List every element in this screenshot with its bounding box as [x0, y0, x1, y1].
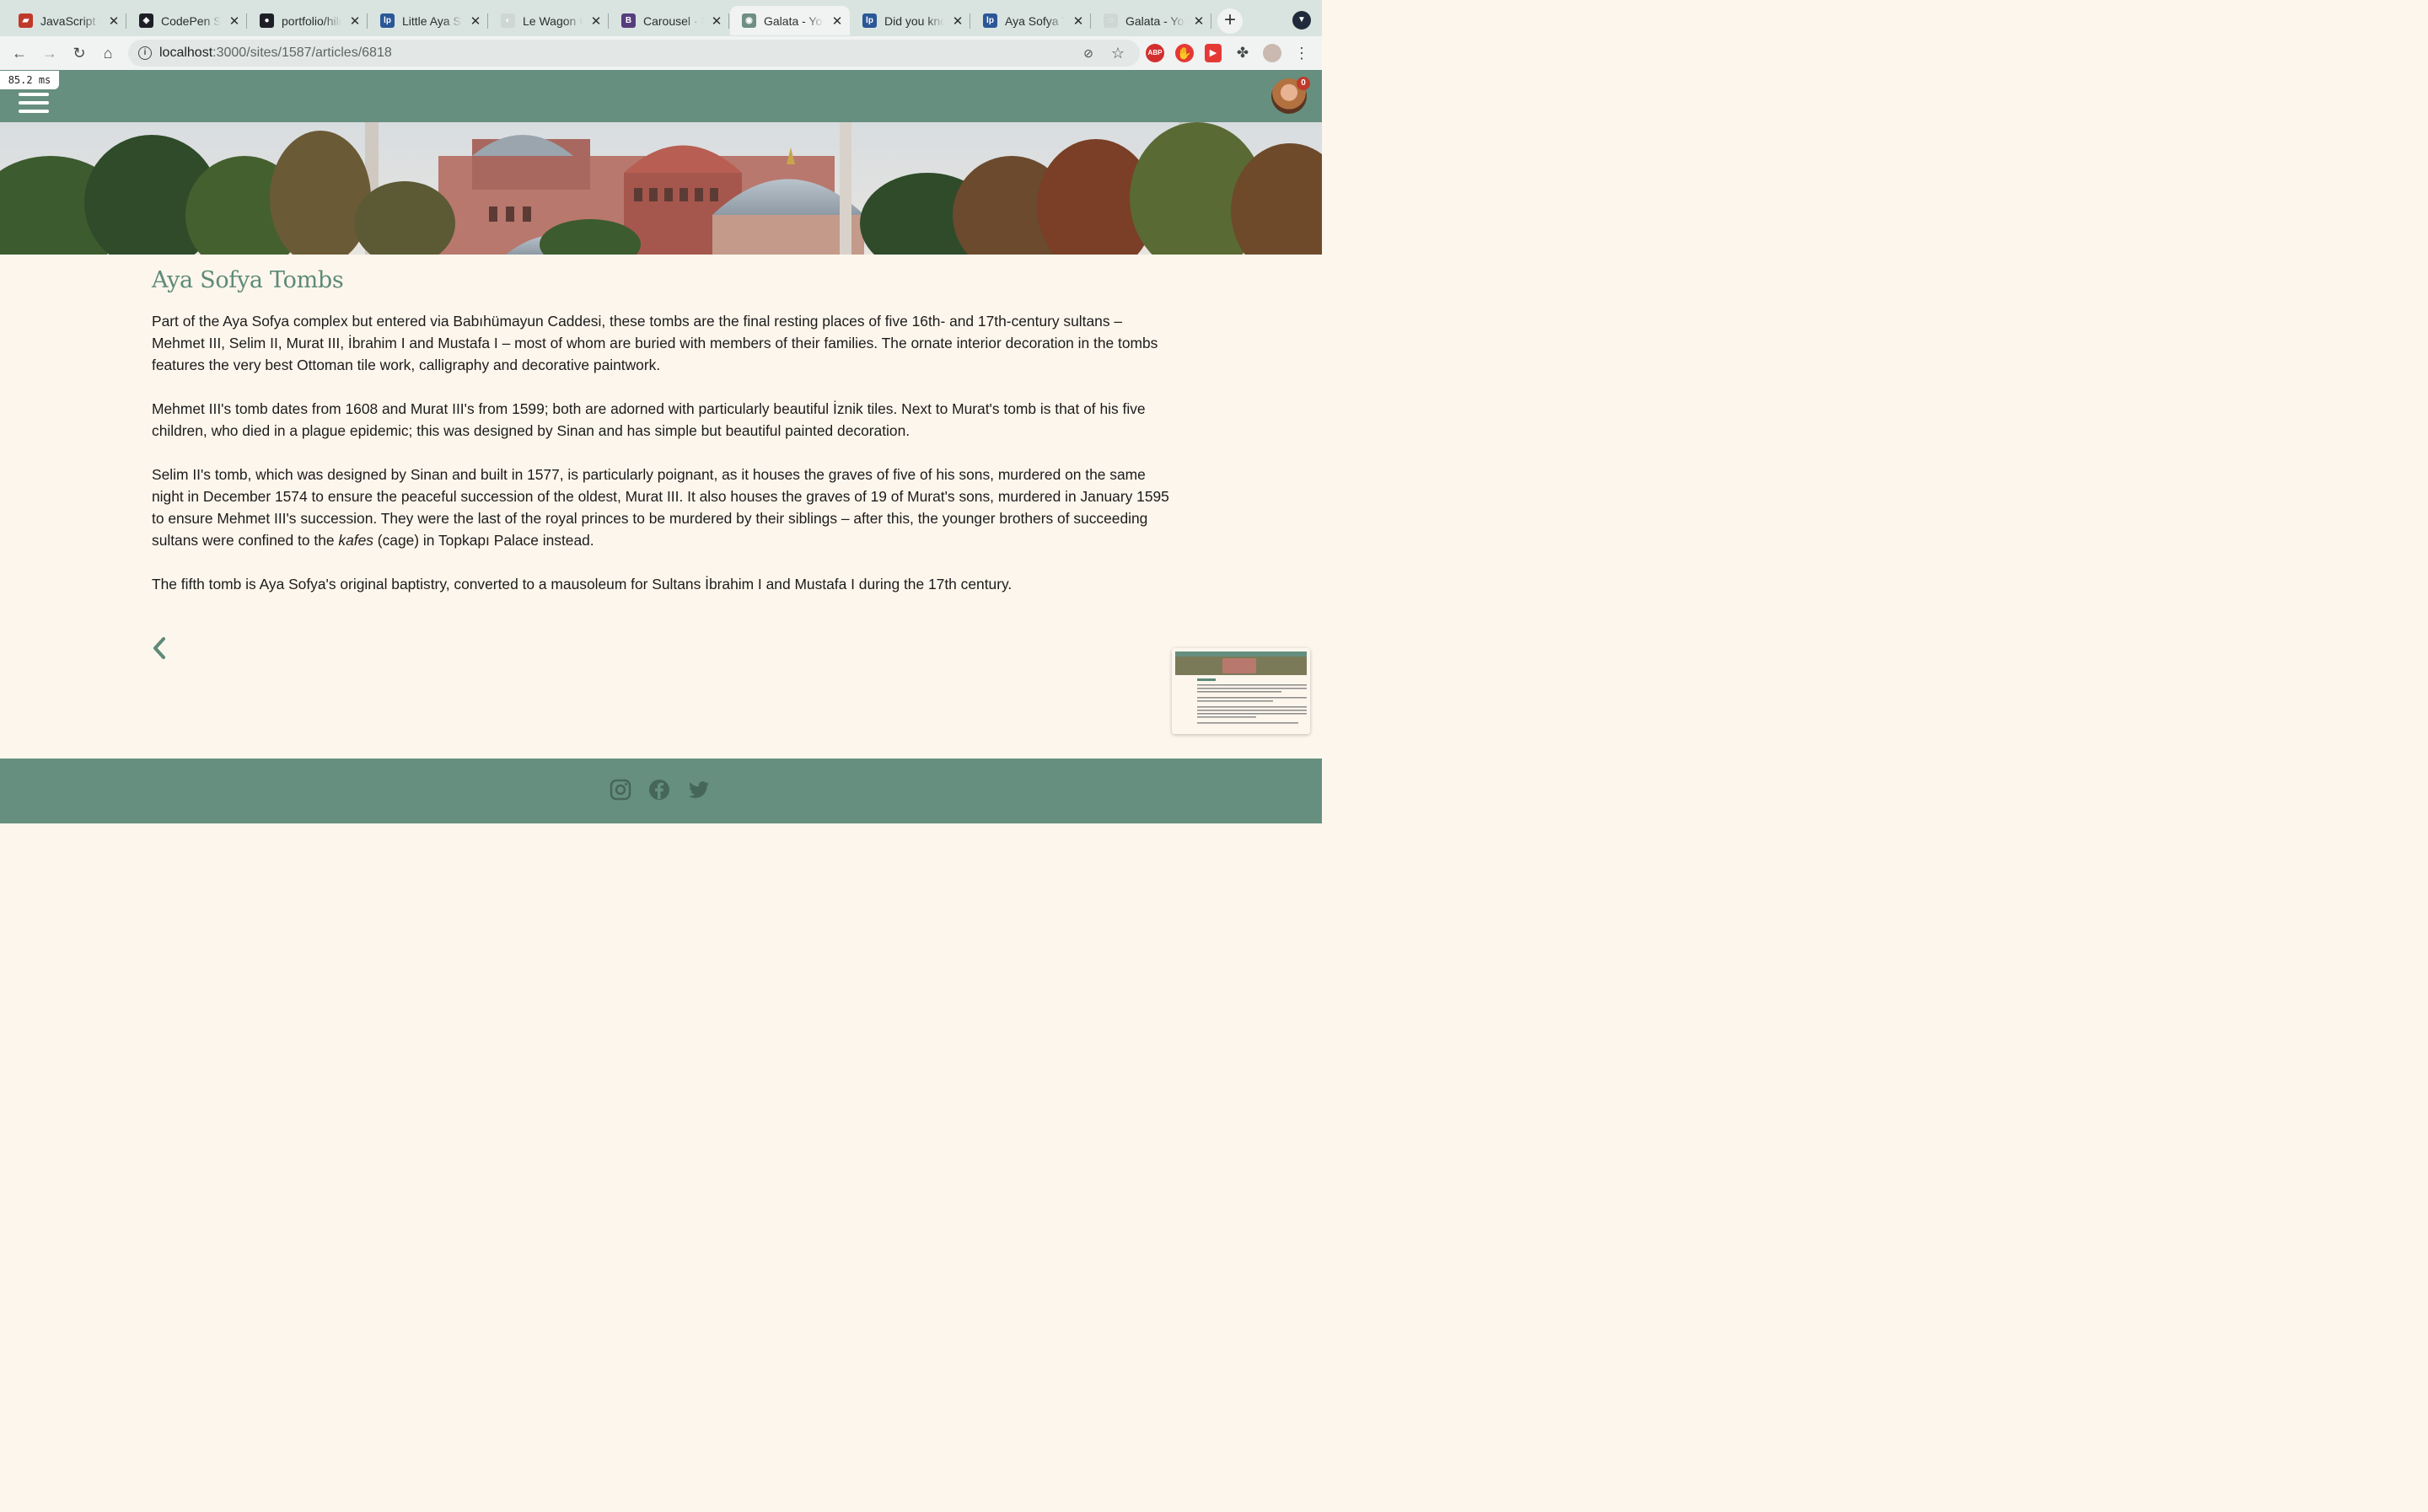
tab-title: JavaScript Basics: [40, 13, 100, 28]
browser-tab[interactable]: lp Little Aya Sofya ✕: [368, 6, 488, 35]
hamburger-menu-icon[interactable]: [19, 93, 49, 115]
eye-off-icon[interactable]: ⊘: [1079, 44, 1098, 62]
browser-tab[interactable]: lp Did you know ✕: [851, 6, 970, 35]
profile-avatar-icon[interactable]: [1263, 44, 1281, 62]
site-info-icon[interactable]: i: [138, 46, 152, 60]
kafes-term: kafes: [338, 532, 373, 549]
browser-tab[interactable]: lp Aya Sofya Tombs ✕: [971, 6, 1091, 35]
facebook-icon[interactable]: [648, 779, 670, 801]
adblock-icon[interactable]: ABP: [1146, 44, 1164, 62]
browser-tab[interactable]: ▰ JavaScript Basics ✕: [7, 6, 126, 35]
tab-title: Aya Sofya Tombs: [1005, 13, 1065, 28]
tab-search-icon[interactable]: ▼: [1292, 11, 1311, 29]
article-title: Aya Sofya Tombs: [152, 267, 344, 293]
close-tab-icon[interactable]: ✕: [831, 13, 843, 29]
close-tab-icon[interactable]: ✕: [1072, 13, 1084, 29]
home-icon[interactable]: ⌂: [99, 44, 117, 62]
lonely-planet-icon: lp: [380, 13, 395, 28]
video-extension-icon[interactable]: ▶: [1205, 44, 1222, 62]
hero-banner-image: [0, 122, 1322, 255]
tab-title: Le Wagon UI: [523, 13, 583, 28]
tab-title: CodePen Search: [161, 13, 221, 28]
close-tab-icon[interactable]: ✕: [711, 13, 722, 29]
browser-tab[interactable]: ◉ Galata - Your Guide ✕: [730, 6, 850, 35]
back-arrow-icon[interactable]: ←: [10, 44, 29, 62]
github-icon: ●: [260, 13, 274, 28]
close-tab-icon[interactable]: ✕: [349, 13, 361, 29]
twitter-icon[interactable]: [688, 779, 710, 801]
close-tab-icon[interactable]: ✕: [952, 13, 964, 29]
article-content: Aya Sofya Tombs Part of the Aya Sofya co…: [152, 255, 1172, 592]
ublock-icon[interactable]: ✋: [1175, 44, 1194, 62]
browser-tab[interactable]: B Carousel · Bootstrap ✕: [610, 6, 729, 35]
address-bar[interactable]: i localhost:3000/sites/1587/articles/681…: [128, 40, 1140, 67]
tab-title: Carousel · Bootstrap: [643, 13, 703, 28]
codepen-icon: ◈: [139, 13, 153, 28]
bookmark-star-icon[interactable]: ☆: [1109, 44, 1127, 62]
lonely-planet-icon: lp: [983, 13, 997, 28]
lonely-planet-icon: lp: [862, 13, 877, 28]
back-chevron-icon[interactable]: [152, 635, 167, 661]
extensions-puzzle-icon[interactable]: ✤: [1233, 44, 1252, 62]
article-paragraph-1: Part of the Aya Sofya complex but entere…: [152, 313, 1158, 373]
site-navbar: [0, 70, 1322, 122]
tab-title: Galata - Your Guide: [1125, 13, 1185, 28]
browser-tab[interactable]: ◌ Galata - Your Guide ✕: [1092, 6, 1211, 35]
article-paragraph-3: Selim II's tomb, which was designed by S…: [152, 466, 1169, 549]
article-paragraph-2: Mehmet III's tomb dates from 1608 and Mu…: [152, 400, 1146, 439]
browser-tab[interactable]: ◈ CodePen Search ✕: [127, 6, 247, 35]
screenshot-preview-thumbnail[interactable]: [1172, 648, 1310, 734]
browser-tab-strip: ▰ JavaScript Basics ✕ ◈ CodePen Search ✕ ● port…: [0, 0, 1322, 36]
render-timing-badge: 85.2 ms: [0, 71, 59, 89]
forward-arrow-icon[interactable]: →: [40, 44, 59, 62]
browser-tab[interactable]: ● portfolio/hilde ✕: [248, 6, 368, 35]
close-tab-icon[interactable]: ✕: [108, 13, 120, 29]
tab-title: Galata - Your Guide: [764, 13, 824, 28]
close-tab-icon[interactable]: ✕: [470, 13, 481, 29]
le-wagon-icon: ▰: [19, 13, 33, 28]
browser-menu-icon[interactable]: ⋮: [1292, 44, 1311, 62]
instagram-icon[interactable]: [610, 779, 631, 801]
url-text: localhost:3000/sites/1587/articles/6818: [159, 46, 392, 60]
loading-icon: ◌: [1104, 13, 1118, 28]
notification-badge: 0: [1297, 77, 1310, 90]
tab-title: Did you know: [884, 13, 944, 28]
tab-title: portfolio/hilde: [282, 13, 341, 28]
galata-icon: ◉: [742, 13, 756, 28]
tab-title: Little Aya Sofya: [402, 13, 462, 28]
close-tab-icon[interactable]: ✕: [1193, 13, 1205, 29]
close-tab-icon[interactable]: ✕: [590, 13, 602, 29]
reload-icon[interactable]: ↻: [70, 44, 89, 62]
new-tab-button[interactable]: +: [1217, 8, 1243, 34]
le-wagon-ui-icon: ◐: [501, 13, 515, 28]
bootstrap-icon: B: [621, 13, 636, 28]
browser-tab[interactable]: ◐ Le Wagon UI ✕: [489, 6, 609, 35]
article-paragraph-4: The fifth tomb is Aya Sofya's original b…: [152, 576, 1013, 592]
close-tab-icon[interactable]: ✕: [228, 13, 240, 29]
